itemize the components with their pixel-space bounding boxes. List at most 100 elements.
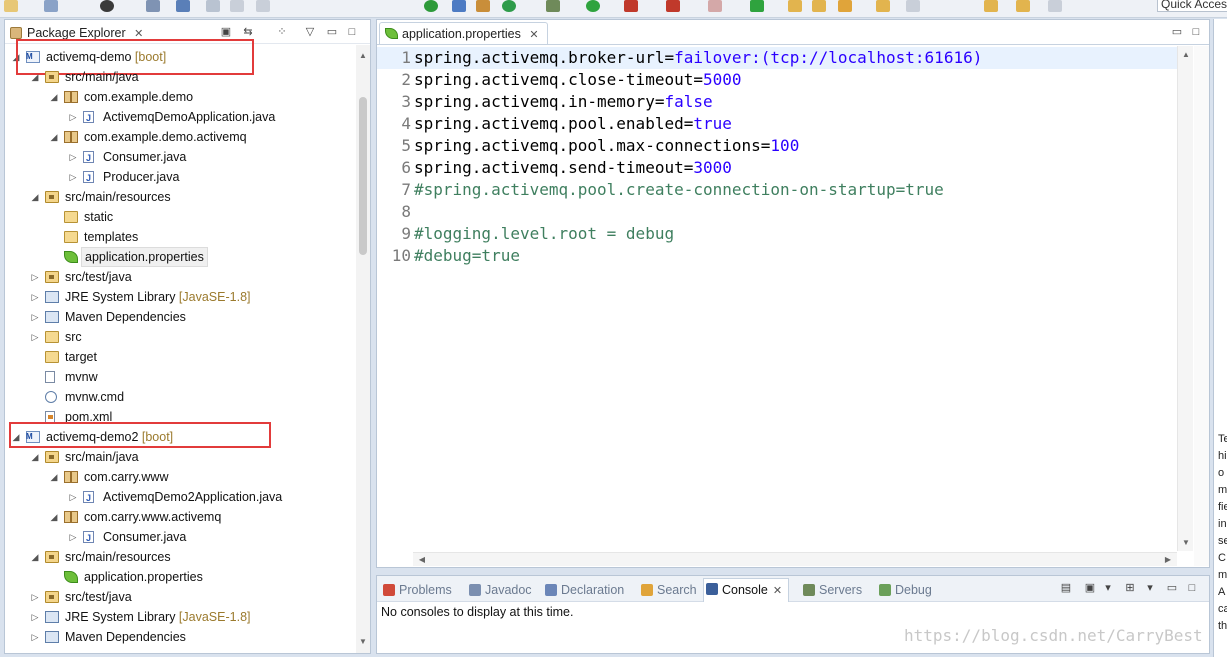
expanded-arrow-icon[interactable]: ◢: [49, 87, 59, 107]
collapsed-arrow-icon[interactable]: ▷: [30, 307, 40, 327]
open-type-icon[interactable]: [452, 0, 466, 12]
code-line[interactable]: 4 spring.activemq.pool.enabled=true: [377, 113, 1177, 135]
tree-item[interactable]: ▷ JRE System Library [JavaSE-1.8]: [5, 287, 355, 307]
tab-javadoc[interactable]: Javadoc: [467, 580, 532, 600]
search-tool-icon[interactable]: [176, 0, 190, 12]
play-icon[interactable]: [586, 0, 600, 12]
maximize-icon[interactable]: □: [345, 25, 359, 39]
stop-icon[interactable]: [256, 0, 270, 12]
expanded-arrow-icon[interactable]: ◢: [49, 127, 59, 147]
code-line[interactable]: 9 #logging.level.root = debug: [377, 223, 1177, 245]
collapsed-arrow-icon[interactable]: ▷: [68, 487, 78, 507]
pause-icon[interactable]: [230, 0, 244, 12]
code-line[interactable]: 6 spring.activemq.send-timeout=3000: [377, 157, 1177, 179]
save-icon[interactable]: [44, 0, 58, 12]
tree-item[interactable]: ▷ ActivemqDemoApplication.java: [5, 107, 355, 128]
editor-tab[interactable]: application.properties ✕: [379, 22, 548, 44]
code-line[interactable]: 3 spring.activemq.in-memory=false: [377, 91, 1177, 113]
collapsed-arrow-icon[interactable]: ▷: [30, 287, 40, 307]
collapsed-arrow-icon[interactable]: ▷: [30, 587, 40, 607]
tree-item[interactable]: ▷ Consumer.java: [5, 527, 355, 548]
next-icon[interactable]: [1048, 0, 1062, 12]
collapsed-arrow-icon[interactable]: ▷: [30, 607, 40, 627]
console-menu-icon[interactable]: ▾: [1143, 581, 1157, 595]
expanded-arrow-icon[interactable]: ◢: [30, 67, 40, 87]
folder-icon[interactable]: [812, 0, 826, 12]
tree-item[interactable]: ◢ src/main/resources: [5, 187, 355, 207]
pen-icon[interactable]: [838, 0, 852, 12]
code-line[interactable]: 8: [377, 201, 1177, 223]
new-icon[interactable]: [4, 0, 18, 12]
code-line[interactable]: 5 spring.activemq.pool.max-connections=10…: [377, 135, 1177, 157]
code-line[interactable]: 2 spring.activemq.close-timeout=5000: [377, 69, 1177, 91]
coverage-icon[interactable]: [624, 0, 638, 12]
debug-icon[interactable]: [546, 0, 560, 12]
code-line[interactable]: 7 #spring.activemq.pool.create-connection…: [377, 179, 1177, 201]
maximize-icon[interactable]: □: [1189, 25, 1203, 39]
scroll-down-icon[interactable]: ▼: [1181, 538, 1191, 548]
close-icon[interactable]: ✕: [529, 24, 538, 46]
launch-icon[interactable]: [750, 0, 764, 12]
tree-item[interactable]: ◢ com.example.demo.activemq: [5, 127, 355, 147]
close-icon[interactable]: ✕: [773, 580, 782, 602]
tree-item[interactable]: ◢ com.carry.www.activemq: [5, 507, 355, 527]
collapsed-arrow-icon[interactable]: ▷: [30, 627, 40, 647]
expanded-arrow-icon[interactable]: ◢: [49, 467, 59, 487]
expanded-arrow-icon[interactable]: ◢: [30, 447, 40, 467]
open-console-icon[interactable]: ▤: [1059, 581, 1073, 595]
terminate-icon[interactable]: [708, 0, 722, 12]
code-editor[interactable]: 1 spring.activemq.broker-url=failover:(tc…: [377, 47, 1177, 552]
view-menu-icon[interactable]: ▾: [1101, 581, 1115, 595]
tree-item[interactable]: ◢ src/main/java: [5, 447, 355, 467]
tab-problems[interactable]: Problems: [381, 580, 452, 600]
collapsed-arrow-icon[interactable]: ▷: [30, 327, 40, 347]
minimize-icon[interactable]: ▭: [325, 25, 339, 39]
tree-item[interactable]: static: [5, 207, 355, 227]
collapsed-arrow-icon[interactable]: ▷: [68, 107, 78, 127]
tree-item[interactable]: templates: [5, 227, 355, 247]
pin-icon[interactable]: [906, 0, 920, 12]
tab-declaration[interactable]: Declaration: [543, 580, 624, 600]
scroll-right-icon[interactable]: ▶: [1163, 555, 1173, 565]
minimize-icon[interactable]: ▭: [1170, 25, 1184, 39]
tree-item[interactable]: ◢ src/main/resources: [5, 547, 355, 567]
display-console-icon[interactable]: ▣: [1083, 581, 1097, 595]
new-console-icon[interactable]: ⊞: [1123, 581, 1137, 595]
quick-access-input[interactable]: Quick Access: [1157, 0, 1227, 12]
tab-servers[interactable]: Servers: [801, 580, 862, 600]
run-icon[interactable]: [424, 0, 438, 12]
tree-item[interactable]: ◢ com.carry.www: [5, 467, 355, 487]
tree-item[interactable]: ▷ src/test/java: [5, 587, 355, 607]
editor-vertical-scrollbar[interactable]: ▲ ▼: [1177, 46, 1193, 551]
debug-run-icon[interactable]: [206, 0, 220, 12]
scroll-left-icon[interactable]: ◀: [417, 555, 427, 565]
print-icon[interactable]: [146, 0, 160, 12]
tree-item[interactable]: ▷ Producer.java: [5, 167, 355, 188]
tree-item[interactable]: ▷ src: [5, 327, 355, 347]
tree-item[interactable]: mvnw.cmd: [5, 387, 355, 407]
collapsed-arrow-icon[interactable]: ▷: [30, 267, 40, 287]
filter-icon[interactable]: ⁘: [275, 25, 289, 39]
tree-item[interactable]: ▷ src/test/java: [5, 267, 355, 287]
tree-item[interactable]: mvnw: [5, 367, 355, 387]
collapsed-arrow-icon[interactable]: ▷: [68, 147, 78, 167]
tab-console[interactable]: Console ✕: [703, 578, 790, 602]
collapsed-arrow-icon[interactable]: ▷: [68, 167, 78, 187]
open-folder-icon[interactable]: [788, 0, 802, 12]
code-line[interactable]: 1 spring.activemq.broker-url=failover:(tc…: [377, 47, 1177, 69]
scroll-up-icon[interactable]: ▲: [358, 51, 368, 61]
scroll-up-icon[interactable]: ▲: [1181, 50, 1191, 60]
collapsed-arrow-icon[interactable]: ▷: [68, 527, 78, 547]
expanded-arrow-icon[interactable]: ◢: [30, 547, 40, 567]
external-tools-icon[interactable]: [666, 0, 680, 12]
link-editor-icon[interactable]: ⇆: [241, 25, 255, 39]
tree-item[interactable]: application.properties: [5, 247, 355, 267]
new-java-icon[interactable]: [476, 0, 490, 12]
refresh-icon[interactable]: [502, 0, 516, 12]
tab-debug[interactable]: Debug: [877, 580, 932, 600]
tree-item[interactable]: application.properties: [5, 567, 355, 587]
tree-item[interactable]: ▷ JRE System Library [JavaSE-1.8]: [5, 607, 355, 627]
collapse-all-icon[interactable]: ▣: [219, 25, 233, 39]
user-icon[interactable]: [100, 0, 114, 12]
package-explorer-scrollbar[interactable]: ▲ ▼: [356, 45, 370, 653]
